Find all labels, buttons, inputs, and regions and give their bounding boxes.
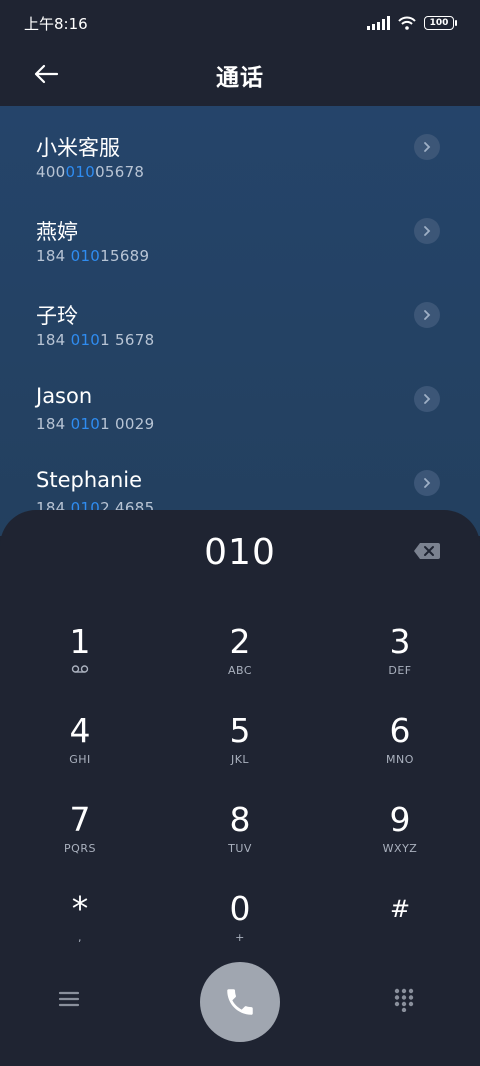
keypad-toggle-button[interactable] (394, 988, 420, 1016)
key-star[interactable]: * , (5, 877, 155, 957)
key-7[interactable]: 7 PQRS (5, 788, 155, 868)
phone-icon (227, 989, 253, 1015)
key-digit: 9 (389, 800, 411, 839)
contact-detail-button[interactable] (414, 302, 440, 328)
chevron-right-icon (424, 226, 431, 236)
key-letters: TUV (228, 842, 252, 855)
backspace-icon (414, 543, 440, 559)
battery-icon: 100 (424, 16, 457, 30)
contact-number: 184 01015689 (36, 247, 150, 265)
key-3[interactable]: 3 DEF (325, 610, 475, 690)
key-9[interactable]: 9 WXYZ (325, 788, 475, 868)
chevron-right-icon (424, 142, 431, 152)
chevron-right-icon (424, 394, 431, 404)
keypad-icon (394, 988, 414, 1013)
key-digit: 2 (229, 622, 251, 661)
key-6[interactable]: 6 MNO (325, 699, 475, 779)
key-letters: + (235, 931, 245, 944)
dialer-panel: 010 1 2 ABC 3 DEF 4 GHI 5 JKL 6 MNO 7 PQ… (0, 510, 480, 1066)
key-digit: 4 (69, 711, 91, 750)
menu-button[interactable] (58, 990, 88, 1014)
key-1[interactable]: 1 (5, 610, 155, 690)
key-digit: 3 (389, 622, 411, 661)
contact-detail-button[interactable] (414, 470, 440, 496)
contact-detail-button[interactable] (414, 134, 440, 160)
contact-result[interactable]: 燕婷 184 01015689 (0, 190, 480, 274)
key-digit: 8 (229, 800, 251, 839)
key-letters: JKL (230, 753, 250, 766)
key-letters: DEF (388, 664, 412, 677)
contact-result[interactable]: Jason 184 0101 0029 (0, 358, 480, 442)
key-letters: , (78, 931, 82, 944)
key-4[interactable]: 4 GHI (5, 699, 155, 779)
contact-name: 燕婷 (36, 220, 78, 244)
chevron-right-icon (424, 310, 431, 320)
contact-detail-button[interactable] (414, 218, 440, 244)
contact-number: 40001005678 (36, 163, 145, 181)
key-digit: 0 (229, 889, 251, 928)
contact-result[interactable]: 子玲 184 0101 5678 (0, 274, 480, 358)
status-time: 上午8:16 (24, 14, 88, 33)
contact-name: 子玲 (36, 304, 78, 328)
number-match-highlight: 010 (65, 163, 96, 181)
signal-icon (367, 16, 390, 30)
number-match-highlight: 010 (70, 331, 101, 349)
call-button[interactable] (200, 962, 280, 1042)
contact-number: 184 0101 5678 (36, 331, 155, 349)
status-bar: 上午8:16 100 (0, 0, 480, 46)
key-letters: MNO (386, 753, 414, 766)
contact-name: Jason (36, 384, 93, 408)
key-5[interactable]: 5 JKL (165, 699, 315, 779)
chevron-right-icon (424, 478, 431, 488)
number-match-highlight: 010 (70, 415, 101, 433)
contact-results-list: 小米客服 40001005678 燕婷 184 01015689 子玲 184 … (0, 106, 480, 536)
app-bar: 通话 (0, 46, 480, 106)
key-2[interactable]: 2 ABC (165, 610, 315, 690)
key-digit: # (389, 895, 411, 923)
page-title: 通话 (216, 65, 264, 91)
key-digit: 1 (69, 622, 91, 661)
key-digit: 6 (389, 711, 411, 750)
dialed-number-field[interactable]: 010 (0, 532, 480, 573)
key-letters: PQRS (64, 842, 96, 855)
key-hash[interactable]: # (325, 877, 475, 957)
key-digit: 7 (69, 800, 91, 839)
key-8[interactable]: 8 TUV (165, 788, 315, 868)
voicemail-icon (5, 664, 155, 677)
key-0[interactable]: 0 + (165, 877, 315, 957)
contact-detail-button[interactable] (414, 386, 440, 412)
number-match-highlight: 010 (70, 247, 101, 265)
contact-number: 184 0101 0029 (36, 415, 155, 433)
key-digit: * (71, 889, 89, 928)
dialer-bottom-bar (0, 960, 480, 1050)
contact-name: Stephanie (36, 468, 143, 492)
key-letters: WXYZ (382, 842, 418, 855)
status-icons: 100 (367, 16, 457, 30)
key-digit: 5 (229, 711, 251, 750)
menu-icon (58, 991, 80, 1007)
contact-name: 小米客服 (36, 136, 120, 160)
wifi-icon (398, 16, 416, 30)
key-letters: GHI (69, 753, 91, 766)
battery-level: 100 (429, 18, 449, 28)
backspace-button[interactable] (412, 540, 442, 562)
contact-result[interactable]: 小米客服 40001005678 (0, 106, 480, 190)
key-letters: ABC (227, 664, 253, 677)
